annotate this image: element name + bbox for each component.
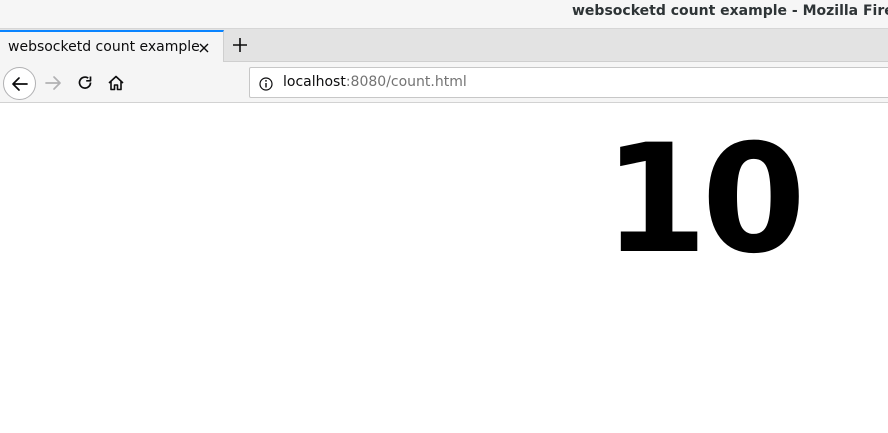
plus-icon[interactable] <box>229 34 251 56</box>
reload-button[interactable] <box>70 68 100 98</box>
home-icon <box>108 75 124 91</box>
window-title: websocketd count example - Mozilla Firef… <box>572 3 888 19</box>
close-icon[interactable] <box>196 40 212 56</box>
page-content: 10 <box>0 103 888 433</box>
url-host: localhost <box>283 74 346 90</box>
count-value: 10 <box>603 113 806 287</box>
arrow-right-icon <box>45 76 61 90</box>
arrow-left-icon <box>11 76 28 91</box>
url-bar[interactable]: localhost:8080/count.html <box>249 67 888 98</box>
back-button[interactable] <box>3 67 36 100</box>
info-icon[interactable] <box>259 76 273 91</box>
reload-icon <box>78 76 92 89</box>
tab-strip: websocketd count example <box>0 29 888 62</box>
navigation-toolbar: localhost:8080/count.html <box>0 62 888 103</box>
home-button[interactable] <box>101 68 131 98</box>
url-text[interactable]: localhost:8080/count.html <box>283 74 467 90</box>
window-titlebar: websocketd count example - Mozilla Firef… <box>0 0 888 29</box>
forward-button[interactable] <box>38 68 68 98</box>
tab-active[interactable]: websocketd count example <box>0 30 224 62</box>
tab-label: websocketd count example <box>8 39 200 55</box>
url-path: :8080/count.html <box>345 74 467 90</box>
